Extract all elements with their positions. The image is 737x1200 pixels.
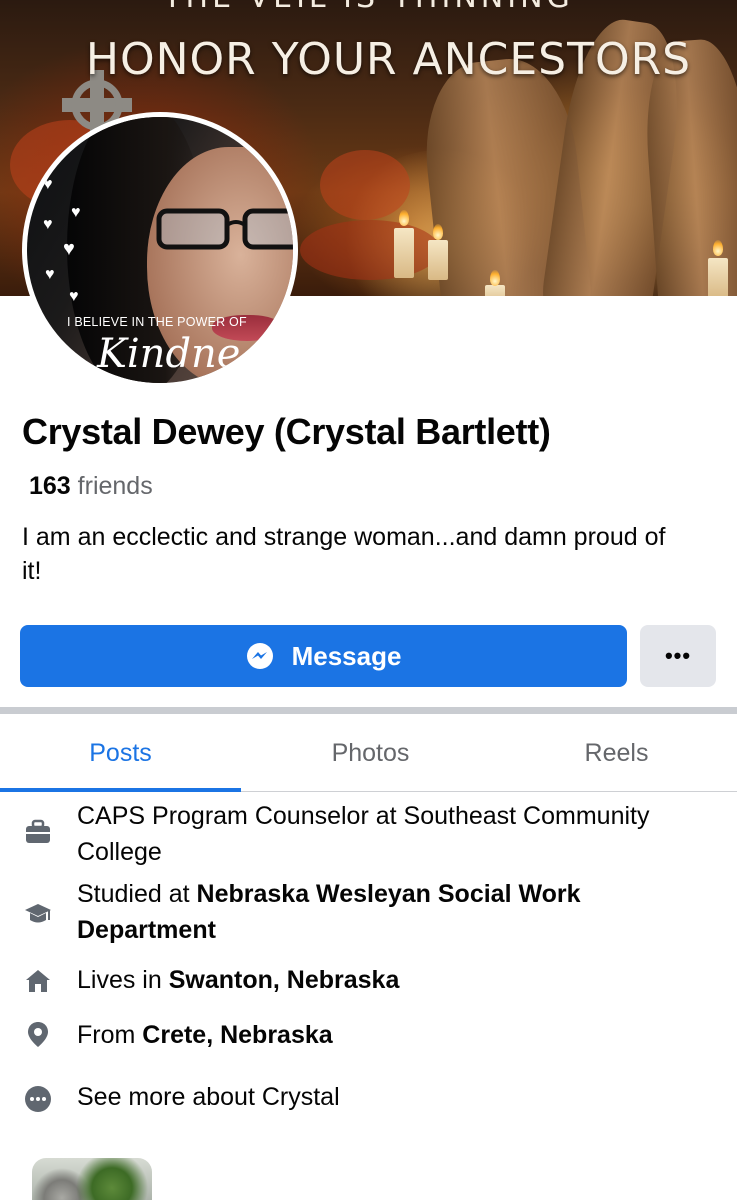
see-more-about-text: See more about Crystal	[77, 1083, 340, 1111]
about-education-prefix: Studied at	[77, 880, 197, 908]
featured-photo-thumbnail[interactable]	[32, 1158, 152, 1200]
tab-label: Reels	[584, 738, 649, 767]
about-lives-place[interactable]: Swanton, Nebraska	[169, 966, 400, 994]
tab-photos[interactable]: Photos	[250, 714, 491, 792]
graduation-cap-icon	[25, 904, 51, 923]
friends-label: friends	[77, 472, 153, 500]
tab-posts[interactable]: Posts	[0, 714, 241, 792]
message-button-label: Message	[291, 640, 402, 671]
about-lives-prefix: Lives in	[77, 966, 169, 994]
profile-avatar[interactable]: ♥ ♥ ♥ ♥ ♥ ♥ I BELIEVE IN THE POWER OF Ki…	[22, 112, 298, 388]
tab-reels[interactable]: Reels	[496, 714, 737, 792]
more-dots-icon	[25, 1086, 51, 1112]
profile-bio: I am an ecclectic and strange woman...an…	[22, 523, 666, 585]
about-from-prefix: From	[77, 1021, 143, 1049]
heart-icon: ♥	[63, 238, 75, 260]
message-button[interactable]: Message	[20, 625, 627, 687]
heart-icon: ♥	[69, 288, 79, 305]
tab-label: Photos	[331, 738, 410, 767]
about-from-place[interactable]: Crete, Nebraska	[142, 1021, 332, 1049]
briefcase-icon	[26, 819, 50, 843]
heart-icon: ♥	[71, 204, 81, 221]
more-options-icon: •••	[664, 643, 692, 668]
about-work-text: CAPS Program Counselor at Southeast Comm…	[77, 802, 650, 866]
about-from-text: From Crete, Nebraska	[77, 1017, 717, 1053]
heart-icon: ♥	[43, 176, 53, 193]
friends-count[interactable]: 163 friends	[29, 472, 153, 501]
section-divider	[0, 707, 737, 714]
profile-tabs: Posts Photos Reels	[0, 714, 737, 792]
location-pin-icon	[28, 1022, 48, 1047]
more-options-button[interactable]: •••	[640, 625, 716, 687]
avatar-caption: I BELIEVE IN THE POWER OF	[67, 315, 247, 329]
heart-icon: ♥	[45, 266, 55, 283]
about-education-text: Studied at Nebraska Wesleyan Social Work…	[77, 876, 717, 948]
cover-title: HONOR YOUR ANCESTORS	[85, 34, 692, 85]
friends-number: 163	[29, 472, 71, 500]
cover-top-text: THE VEIL IS THINNING	[0, 0, 737, 15]
active-tab-indicator	[0, 788, 241, 792]
messenger-icon	[246, 643, 273, 669]
glasses-graphic	[156, 208, 293, 250]
home-icon	[26, 970, 50, 992]
avatar-script-text: Kindne	[97, 331, 241, 377]
profile-name: Crystal Dewey (Crystal Bartlett)	[22, 411, 551, 452]
about-lives-text: Lives in Swanton, Nebraska	[77, 962, 717, 998]
heart-icon: ♥	[43, 216, 53, 233]
tab-label: Posts	[89, 738, 152, 767]
